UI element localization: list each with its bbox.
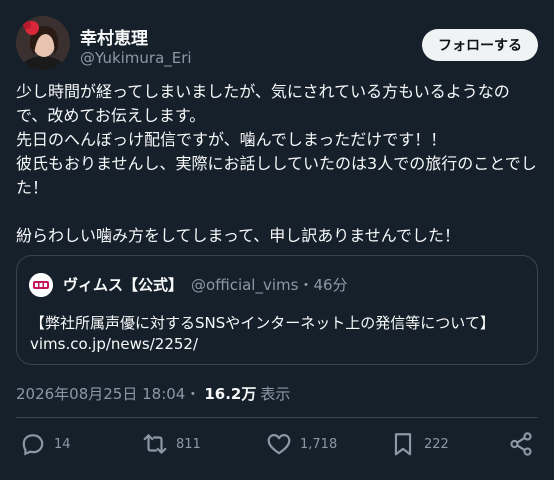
follow-button[interactable]: フォローする [422, 29, 538, 61]
bookmark-count: 222 [424, 436, 449, 452]
quoted-header: ヴィムス【公式】 @official_vims・46分 [63, 274, 348, 295]
tweet-header: 幸村恵理 @Yukimura_Eri フォローする [16, 16, 538, 72]
bookmark-icon [394, 433, 412, 456]
bookmark-button[interactable]: 222 [390, 424, 449, 464]
quoted-time: ・46分 [298, 276, 348, 294]
quoted-handle-time: @official_vims・46分 [191, 274, 348, 295]
tweet-meta: 2026年08月25日 18:04・ 16.2万 表示 [16, 383, 290, 404]
quoted-text: 【弊社所属声優に対するSNSやインターネット上の発信等について】 vims.co… [30, 313, 495, 355]
quoted-tweet[interactable]: ヴィムス【公式】 @official_vims・46分 【弊社所属声優に対するS… [16, 255, 538, 365]
repost-count: 811 [176, 436, 201, 452]
vims-logo-icon [29, 273, 53, 297]
share-button[interactable] [508, 424, 534, 464]
like-count: 1,718 [300, 436, 338, 452]
avatar[interactable] [16, 16, 70, 70]
divider [16, 417, 538, 418]
tweet-datetime[interactable]: 2026年08月25日 18:04・ [16, 383, 200, 404]
reply-count: 14 [54, 436, 71, 452]
author-name[interactable]: 幸村恵理 [80, 24, 148, 49]
view-count: 16.2万 [204, 385, 257, 403]
action-bar: 14 811 1,718 222 [16, 424, 538, 466]
like-icon [267, 434, 291, 455]
quoted-handle: @official_vims [191, 276, 299, 294]
author-handle[interactable]: @Yukimura_Eri [80, 49, 192, 67]
like-button[interactable]: 1,718 [266, 424, 337, 464]
tweet-text: 少し時間が経ってしまいましたが、気にされている方もいるようなので、改めてお伝えし… [16, 82, 537, 245]
avatar-image [16, 16, 70, 70]
quoted-avatar [29, 273, 53, 297]
reply-icon [22, 434, 44, 456]
view-label: 表示 [260, 385, 291, 403]
reply-button[interactable]: 14 [20, 424, 71, 464]
quoted-link: vims.co.jp/news/2252/ [30, 335, 199, 353]
repost-icon [143, 434, 167, 454]
quoted-text-line1: 【弊社所属声優に対するSNSやインターネット上の発信等について】 [30, 314, 495, 332]
quoted-name: ヴィムス【公式】 [63, 276, 184, 294]
repost-button[interactable]: 811 [142, 424, 201, 464]
share-icon [510, 432, 532, 456]
